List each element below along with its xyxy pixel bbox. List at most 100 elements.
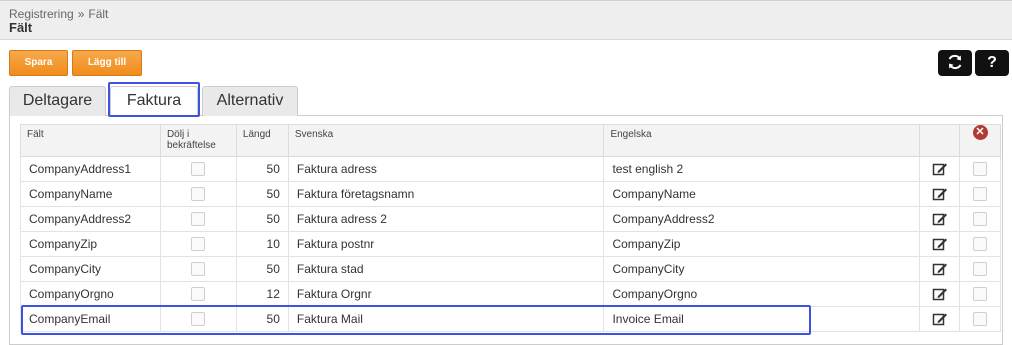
cell-field: CompanyAddress2 [20, 206, 161, 232]
cell-select [959, 156, 1001, 182]
cell-select [959, 206, 1001, 232]
page-title: Fält [9, 20, 33, 35]
cell-hide [159, 256, 237, 282]
cell-hide [159, 156, 237, 182]
cell-select [959, 281, 1001, 307]
hide-checkbox[interactable] [191, 237, 206, 252]
cell-hide [159, 306, 237, 332]
hide-checkbox[interactable] [191, 162, 206, 177]
select-checkbox[interactable] [973, 287, 987, 302]
cell-edit [919, 306, 961, 332]
cell-length: 50 [235, 256, 289, 282]
cell-field: CompanyAddress1 [20, 156, 161, 182]
hide-checkbox[interactable] [191, 212, 206, 227]
cell-swedish: Faktura postnr [287, 231, 605, 257]
cell-swedish: Faktura stad [287, 256, 605, 282]
cell-hide [159, 206, 237, 232]
cell-english: CompanyName [603, 181, 921, 207]
edit-icon[interactable] [932, 161, 948, 177]
save-button[interactable]: Spara [9, 50, 68, 76]
select-checkbox[interactable] [973, 237, 987, 252]
select-checkbox[interactable] [973, 187, 987, 202]
cell-field: CompanyZip [20, 231, 161, 257]
header-field: Fält [20, 124, 161, 157]
cell-hide [159, 281, 237, 307]
header-delete: ✕ [959, 124, 1001, 157]
select-checkbox[interactable] [973, 312, 987, 327]
hide-checkbox[interactable] [191, 287, 206, 302]
header-edit [919, 124, 961, 157]
cell-edit [919, 206, 961, 232]
cell-edit [919, 281, 961, 307]
tab-alternativ[interactable]: Alternativ [202, 86, 298, 116]
cell-select [959, 306, 1001, 332]
cell-swedish: Faktura adress [287, 156, 605, 182]
cell-select [959, 181, 1001, 207]
table-row: CompanyAddress2 50 Faktura adress 2 Company… [20, 206, 1001, 232]
add-button[interactable]: Lägg till [72, 50, 142, 76]
tab-deltagare[interactable]: Deltagare [9, 86, 106, 116]
cell-swedish: Faktura Orgnr [287, 281, 605, 307]
edit-icon[interactable] [932, 186, 948, 202]
cell-field: CompanyEmail [20, 306, 161, 332]
cell-field: CompanyCity [20, 256, 161, 282]
help-button[interactable]: ? [975, 50, 1009, 76]
cell-hide [159, 181, 237, 207]
cell-swedish: Faktura Mail [287, 306, 605, 332]
select-checkbox[interactable] [973, 212, 987, 227]
cell-length: 50 [235, 156, 289, 182]
fields-table: Fält Dölj i bekräftelse Längd Svenska En… [20, 124, 1001, 332]
edit-icon[interactable] [932, 261, 948, 277]
cell-swedish: Faktura adress 2 [287, 206, 605, 232]
table-row: CompanyOrgno 12 Faktura Orgnr CompanyOrgno [20, 281, 1001, 307]
delete-icon[interactable]: ✕ [972, 125, 988, 140]
table-row: CompanyEmail 50 Faktura Mail Invoice Email [20, 306, 1001, 332]
cell-english: CompanyAddress2 [603, 206, 921, 232]
cell-length: 50 [235, 181, 289, 207]
cell-select [959, 231, 1001, 257]
cell-edit [919, 256, 961, 282]
refresh-button[interactable] [938, 50, 972, 76]
breadcrumb-current: Fält [88, 7, 109, 21]
hide-checkbox[interactable] [191, 262, 206, 277]
header-english: Engelska [603, 124, 921, 157]
cell-english: test english 2 [603, 156, 921, 182]
cell-edit [919, 156, 961, 182]
cell-english: CompanyCity [603, 256, 921, 282]
table-body: CompanyAddress1 50 Faktura adress test engl… [20, 156, 1001, 332]
cell-hide [159, 231, 237, 257]
tab-bar: Deltagare Faktura Alternativ [9, 82, 1003, 117]
edit-icon[interactable] [932, 211, 948, 227]
hide-checkbox[interactable] [191, 187, 206, 202]
select-checkbox[interactable] [973, 262, 987, 277]
breadcrumb: Registrering» Fält [9, 7, 108, 21]
cell-length: 50 [235, 306, 289, 332]
cell-english: Invoice Email [603, 306, 921, 332]
hide-checkbox[interactable] [191, 312, 206, 327]
edit-icon[interactable] [932, 311, 948, 327]
edit-icon[interactable] [932, 286, 948, 302]
select-checkbox[interactable] [973, 162, 987, 177]
edit-icon[interactable] [932, 236, 948, 252]
cell-length: 12 [235, 281, 289, 307]
table-header-row: Fält Dölj i bekräftelse Längd Svenska En… [20, 124, 1001, 157]
cell-length: 50 [235, 206, 289, 232]
breadcrumb-separator: » [77, 7, 85, 21]
header-hide: Dölj i bekräftelse [159, 124, 237, 157]
tab-faktura[interactable]: Faktura [110, 86, 198, 117]
refresh-icon [948, 54, 962, 69]
cell-select [959, 256, 1001, 282]
header-swedish: Svenska [287, 124, 605, 157]
cell-english: CompanyOrgno [603, 281, 921, 307]
breadcrumb-parent[interactable]: Registrering [9, 7, 74, 21]
cell-edit [919, 231, 961, 257]
table-row: CompanyCity 50 Faktura stad CompanyCity [20, 256, 1001, 282]
cell-field: CompanyName [20, 181, 161, 207]
cell-field: CompanyOrgno [20, 281, 161, 307]
top-header: Registrering» Fält Fält [0, 0, 1012, 40]
table-row: CompanyAddress1 50 Faktura adress test engl… [20, 156, 1001, 182]
cell-swedish: Faktura företagsnamn [287, 181, 605, 207]
cell-edit [919, 181, 961, 207]
header-length: Längd [235, 124, 289, 157]
cell-english: CompanyZip [603, 231, 921, 257]
